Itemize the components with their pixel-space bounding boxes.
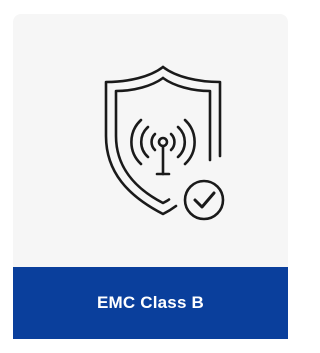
card-icon-area <box>13 14 288 267</box>
shield-antenna-check-icon <box>104 65 225 221</box>
card-title: EMC Class B <box>96 293 205 312</box>
card-footer: EMC Class B <box>13 267 288 339</box>
emc-class-b-card[interactable]: EMC Class B <box>13 14 288 339</box>
